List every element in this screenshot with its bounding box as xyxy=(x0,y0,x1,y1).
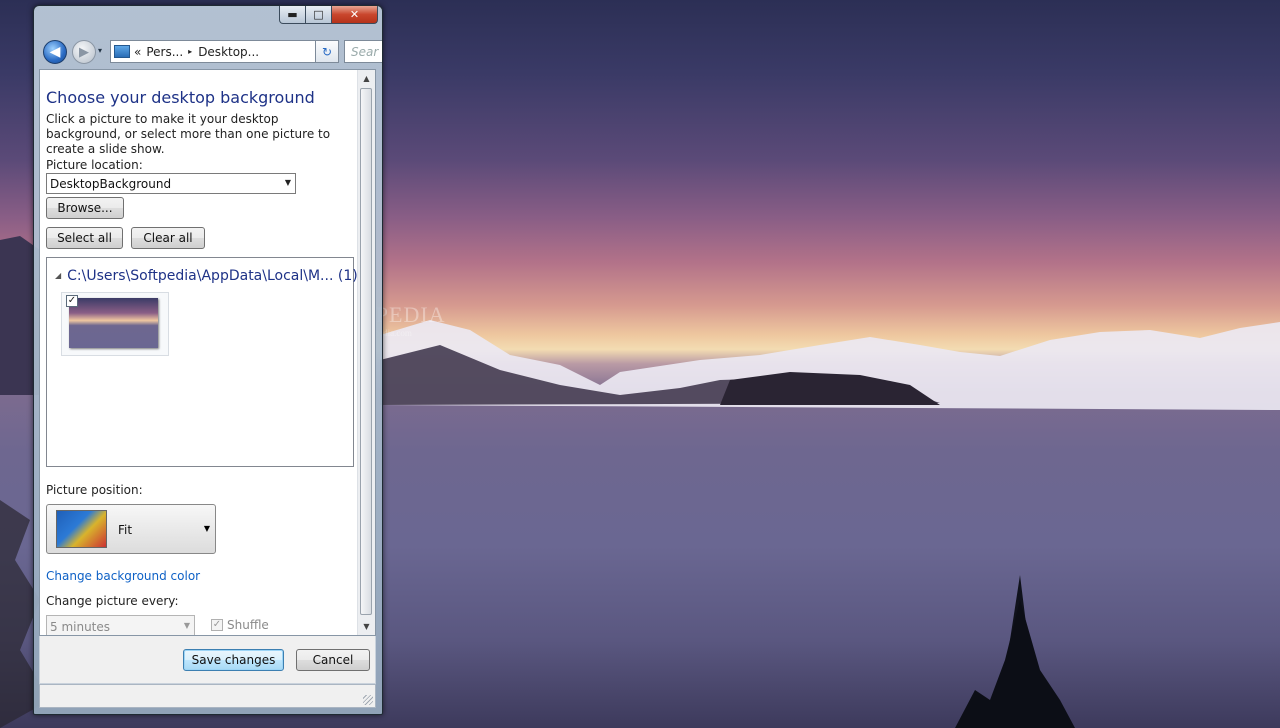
breadcrumb-personalization[interactable]: Pers... xyxy=(146,45,183,59)
maximize-button[interactable]: □ xyxy=(306,6,332,24)
chevron-down-icon: ▼ xyxy=(203,524,210,533)
picture-location-value: DesktopBackground xyxy=(50,177,172,191)
picture-group-header[interactable]: ◢ C:\Users\Softpedia\AppData\Local\M... (… xyxy=(55,268,358,284)
vertical-scrollbar[interactable]: ▲ ▼ xyxy=(357,70,375,635)
cancel-button[interactable]: Cancel xyxy=(296,649,370,671)
back-button[interactable]: ◀ xyxy=(43,40,67,64)
recent-pages-dropdown-icon[interactable]: ▾ xyxy=(98,46,102,55)
shuffle-check-box[interactable]: ✓ xyxy=(211,619,223,631)
caption-buttons: ▬ □ ✕ xyxy=(279,6,378,24)
picture-thumbnail[interactable]: ✓ xyxy=(61,292,169,356)
picture-list: ◢ C:\Users\Softpedia\AppData\Local\M... (… xyxy=(46,257,358,467)
save-changes-button[interactable]: Save changes xyxy=(183,649,284,671)
change-interval-select[interactable]: 5 minutes ▼ xyxy=(46,615,195,635)
chevron-down-icon: ▼ xyxy=(284,178,291,187)
flower-preview-icon xyxy=(56,510,107,548)
dialog-footer: Save changes Cancel xyxy=(39,636,376,684)
address-bar[interactable]: « Pers... ▸ Desktop... ▾ xyxy=(110,40,339,63)
control-panel-icon xyxy=(114,45,130,58)
page-title: Choose your desktop background xyxy=(46,88,315,107)
browse-button[interactable]: Browse... xyxy=(46,197,124,219)
scroll-down-arrow-icon[interactable]: ▼ xyxy=(358,618,375,635)
picture-location-select[interactable]: DesktopBackground ▼ xyxy=(46,173,296,194)
close-button[interactable]: ✕ xyxy=(332,6,378,24)
chevron-down-icon: ▼ xyxy=(183,621,190,630)
personalization-window: ▬ □ ✕ ◀ ▶ ▾ « Pers... ▸ Desktop... ▾ ↻ S… xyxy=(33,5,383,715)
picture-position-select[interactable]: Fit ▼ xyxy=(46,504,216,554)
change-background-color-link[interactable]: Change background color xyxy=(46,569,200,583)
wallpaper-thumbnail-image xyxy=(69,298,158,348)
thumbnail-checkbox[interactable]: ✓ xyxy=(66,295,78,307)
select-all-button[interactable]: Select all xyxy=(46,227,123,249)
shuffle-checkbox[interactable]: ✓ Shuffle xyxy=(211,618,269,632)
collapse-triangle-icon[interactable]: ◢ xyxy=(55,271,61,280)
picture-location-label: Picture location: xyxy=(46,158,143,172)
picture-group-count: (1) xyxy=(337,268,358,284)
content-pane: Choose your desktop background Click a p… xyxy=(39,69,376,636)
scroll-up-arrow-icon[interactable]: ▲ xyxy=(358,70,375,87)
breadcrumb-desktop-background[interactable]: Desktop... xyxy=(198,45,259,59)
picture-position-value: Fit xyxy=(118,523,133,537)
address-overflow-chevron[interactable]: « xyxy=(134,45,141,59)
change-picture-every-label: Change picture every: xyxy=(46,594,179,608)
scrollbar-thumb[interactable] xyxy=(360,88,372,615)
page-description: Click a picture to make it your desktop … xyxy=(46,112,331,156)
resize-grip-icon[interactable] xyxy=(363,695,373,705)
status-bar xyxy=(39,684,376,708)
refresh-button[interactable]: ↻ xyxy=(315,40,339,63)
clear-all-button[interactable]: Clear all xyxy=(131,227,205,249)
minimize-button[interactable]: ▬ xyxy=(279,6,306,24)
change-interval-value: 5 minutes xyxy=(50,620,111,634)
shuffle-label: Shuffle xyxy=(227,618,269,632)
picture-group-path: C:\Users\Softpedia\AppData\Local\M... xyxy=(67,268,334,284)
picture-position-label: Picture position: xyxy=(46,483,143,497)
breadcrumb-separator-icon[interactable]: ▸ xyxy=(188,47,192,56)
search-input[interactable]: Sear xyxy=(344,40,382,63)
forward-button[interactable]: ▶ xyxy=(72,40,96,64)
